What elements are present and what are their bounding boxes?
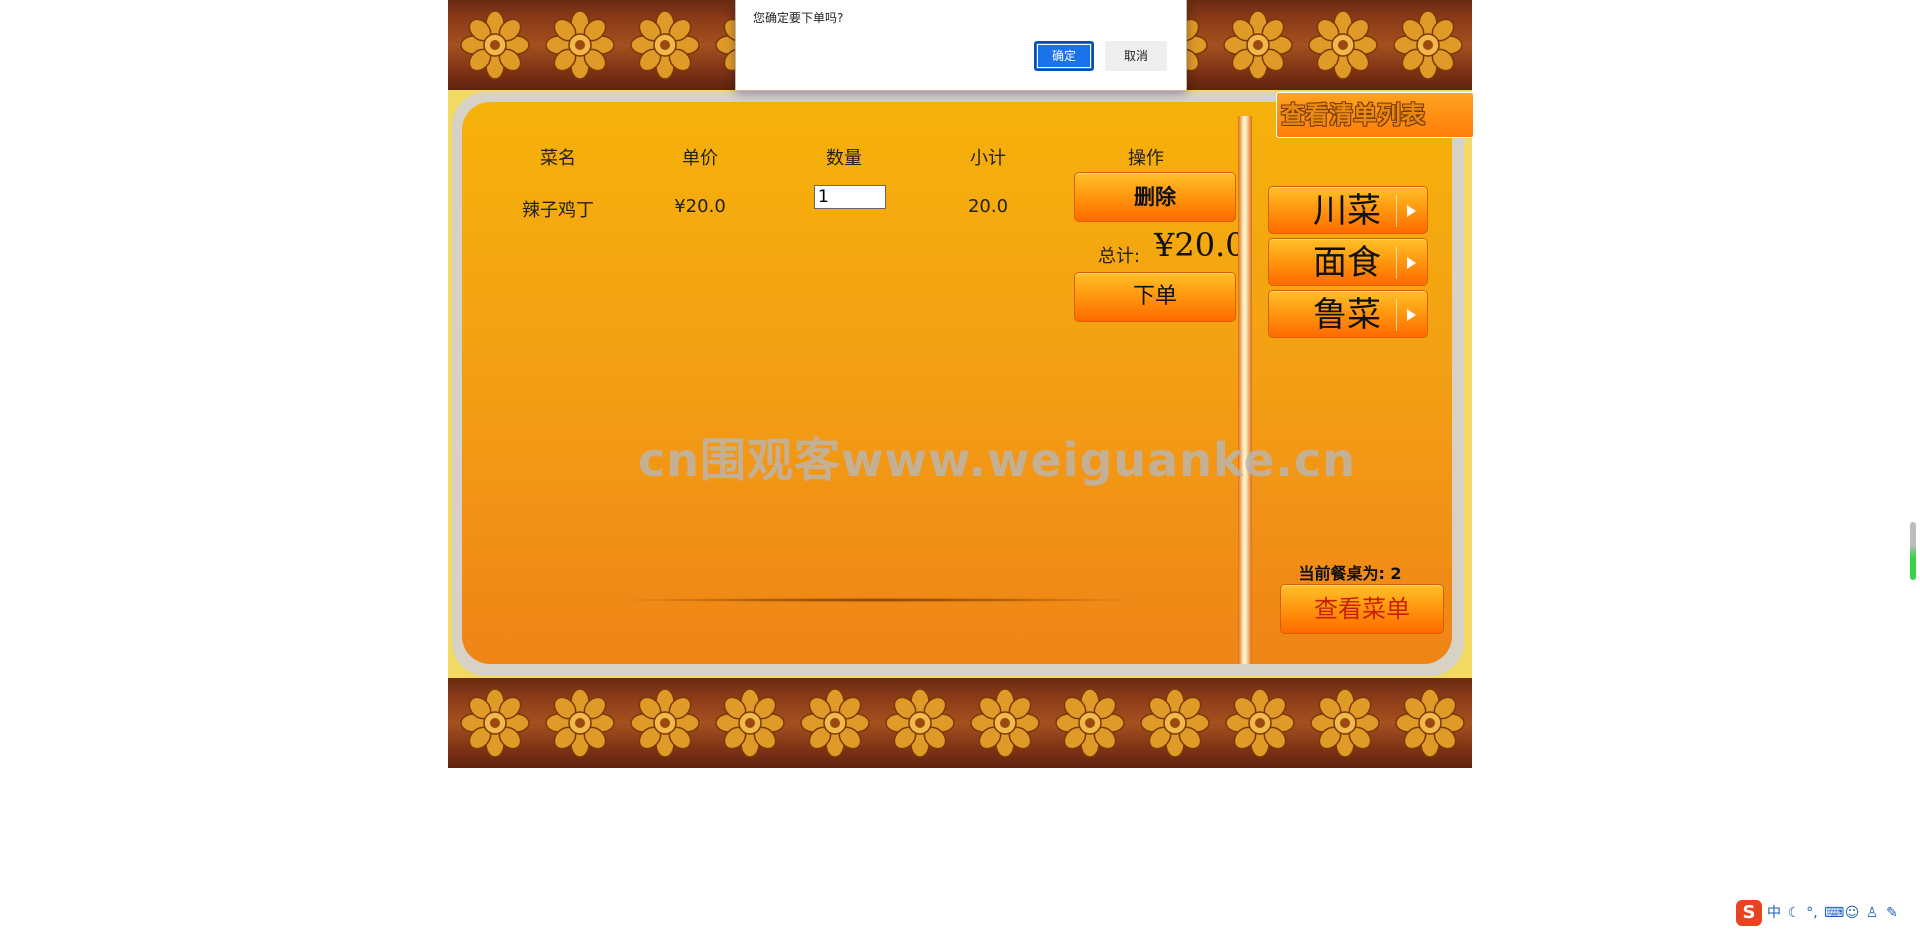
header-quantity: 数量 — [826, 148, 862, 169]
keyboard-icon[interactable]: ⌨ — [1824, 902, 1844, 924]
dialog-message: 您确定要下单吗? — [753, 11, 844, 25]
sogou-logo-icon[interactable]: S — [1736, 900, 1762, 926]
header-subtotal: 小计 — [970, 148, 1006, 169]
delete-button[interactable]: 删除 — [1074, 172, 1236, 222]
bottom-decorative-border — [448, 678, 1472, 768]
decorative-divider-line — [628, 598, 1128, 602]
flower-ornament-icon — [970, 688, 1040, 758]
category-label: 川菜 — [1313, 191, 1381, 231]
row-subtotal: 20.0 — [967, 196, 1009, 217]
total-value: ¥20.0 — [1154, 226, 1246, 264]
flower-ornament-icon — [545, 10, 615, 80]
vertical-divider — [1238, 116, 1252, 664]
category-button-sichuan[interactable]: 川菜 — [1268, 186, 1428, 234]
ime-mode-toggle[interactable]: 中 — [1766, 902, 1782, 924]
category-button-shandong[interactable]: 鲁菜 — [1268, 290, 1428, 338]
shirt-icon[interactable]: ♙ — [1864, 902, 1880, 924]
header-dish-name: 菜名 — [540, 148, 576, 169]
main-panel: 菜名 单价 数量 小计 操作 辣子鸡丁 ¥20.0 20.0 删除 总计: ¥2… — [452, 92, 1464, 676]
flower-ornament-icon — [800, 688, 870, 758]
panel-content: 菜名 单价 数量 小计 操作 辣子鸡丁 ¥20.0 20.0 删除 总计: ¥2… — [462, 102, 1452, 664]
header-actions: 操作 — [1128, 148, 1164, 169]
flower-ornament-icon — [1140, 688, 1210, 758]
view-order-list-button[interactable]: 查看清单列表 — [1276, 92, 1474, 138]
total-label: 总计: — [1098, 246, 1141, 267]
flower-ornament-icon — [885, 688, 955, 758]
category-label: 鲁菜 — [1313, 295, 1381, 335]
row-dish-name: 辣子鸡丁 — [522, 200, 594, 221]
moon-icon[interactable]: ☾ — [1786, 902, 1802, 924]
flower-ornament-icon — [1055, 688, 1125, 758]
confirm-ok-button[interactable]: 确定 — [1034, 41, 1094, 71]
flower-ornament-icon — [630, 10, 700, 80]
flower-ornament-icon — [460, 688, 530, 758]
quantity-input[interactable] — [814, 185, 886, 209]
flower-ornament-icon — [1223, 10, 1293, 80]
arrow-right-icon — [1396, 195, 1427, 227]
place-order-button[interactable]: 下单 — [1074, 272, 1236, 322]
arrow-right-icon — [1396, 299, 1427, 331]
category-button-noodles[interactable]: 面食 — [1268, 238, 1428, 286]
arrow-right-icon — [1396, 247, 1427, 279]
scrollbar-thumb[interactable] — [1910, 522, 1916, 580]
punctuation-icon[interactable]: °, — [1804, 902, 1820, 924]
flower-ornament-icon — [1308, 10, 1378, 80]
flower-ornament-icon — [1225, 688, 1295, 758]
flower-ornament-icon — [1393, 10, 1463, 80]
confirm-cancel-button[interactable]: 取消 — [1105, 41, 1167, 71]
app-frame: 菜名 单价 数量 小计 操作 辣子鸡丁 ¥20.0 20.0 删除 总计: ¥2… — [448, 0, 1474, 768]
current-table-label: 当前餐桌为: 2 — [1298, 564, 1402, 583]
category-label: 面食 — [1313, 243, 1381, 283]
watermark: cn围观客www.weiguanke.cn — [638, 433, 1357, 487]
view-menu-button[interactable]: 查看菜单 — [1280, 584, 1444, 634]
flower-ornament-icon — [715, 688, 785, 758]
ime-toolbar: S 中 ☾ °, ⌨ ☺ ♙ ✎ — [1736, 900, 1920, 926]
view-order-list-label: 查看清单列表 — [1281, 101, 1425, 129]
wrench-icon[interactable]: ✎ — [1884, 902, 1900, 924]
flower-ornament-icon — [630, 688, 700, 758]
user-icon[interactable]: ☺ — [1844, 902, 1860, 924]
confirm-dialog: 您确定要下单吗? 确定 取消 — [735, 0, 1187, 91]
flower-ornament-icon — [460, 10, 530, 80]
flower-ornament-icon — [545, 688, 615, 758]
row-unit-price: ¥20.0 — [674, 196, 726, 217]
flower-ornament-icon — [1395, 688, 1465, 758]
header-unit-price: 单价 — [682, 148, 718, 169]
flower-ornament-icon — [1310, 688, 1380, 758]
